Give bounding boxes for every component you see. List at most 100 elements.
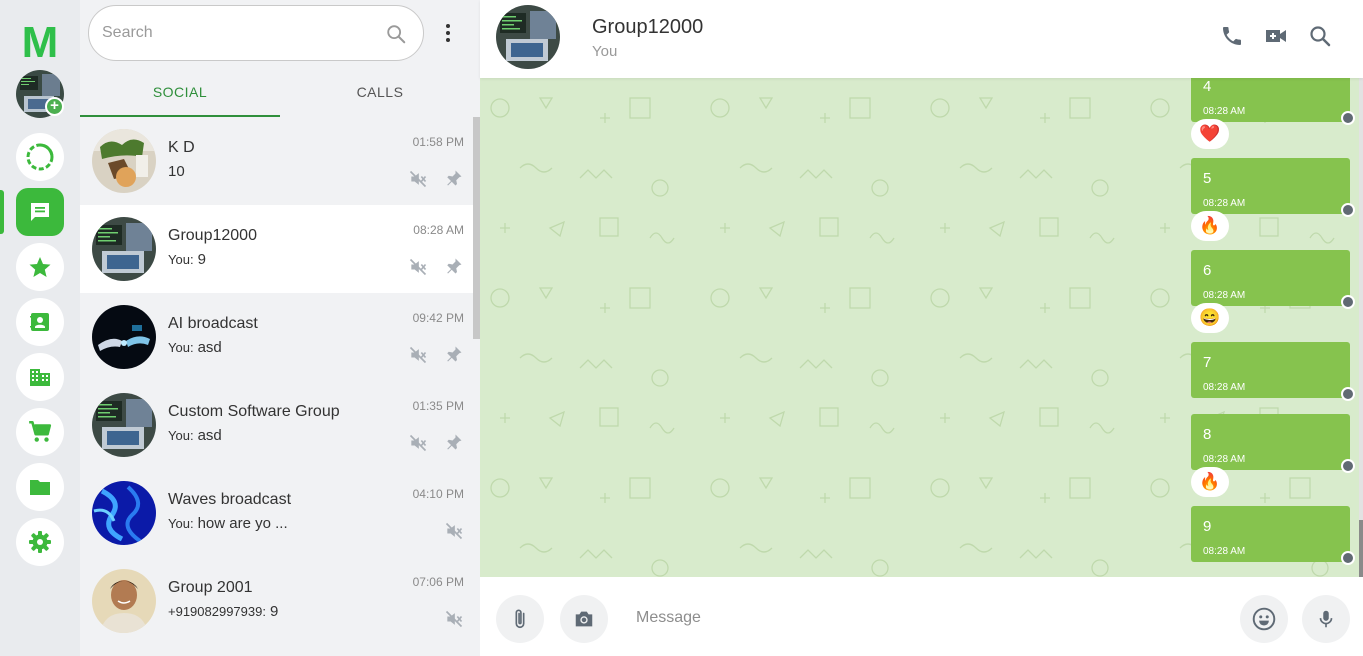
message-bubble[interactable]: 8 08:28 AM (1191, 414, 1350, 470)
message-text: 9 (1203, 518, 1212, 535)
add-status-icon[interactable]: + (45, 97, 64, 116)
search-icon[interactable] (385, 23, 407, 45)
camera-button[interactable] (560, 595, 608, 643)
message-scrollbar-track[interactable] (1359, 78, 1363, 577)
avatar (92, 217, 156, 281)
tab-social[interactable]: SOCIAL (80, 76, 280, 117)
message-bubble[interactable]: 6 08:28 AM (1191, 250, 1350, 306)
reaction-badge[interactable]: 🔥 (1191, 467, 1229, 497)
message-time: 08:28 AM (1203, 290, 1246, 301)
settings-button[interactable] (16, 518, 64, 566)
attach-button[interactable] (496, 595, 544, 643)
phone-icon[interactable] (1220, 24, 1244, 48)
message-snippet: 9 (197, 251, 206, 268)
chat-preview: You: how are yo ... (168, 515, 288, 532)
message-time: 08:28 AM (1203, 382, 1246, 393)
muted-icon (445, 522, 463, 540)
pin-icon[interactable] (445, 345, 463, 363)
message-snippet: how are yo ... (197, 515, 288, 532)
avatar (92, 481, 156, 545)
app-logo[interactable]: M (17, 22, 63, 60)
message-options-dot[interactable] (1341, 459, 1355, 473)
chat-list-scrollbar[interactable] (473, 117, 480, 339)
search-input[interactable] (102, 22, 362, 44)
message-bubble[interactable]: 4 08:28 AM (1191, 78, 1350, 122)
contact-card-icon (30, 313, 49, 331)
camera-icon (575, 611, 593, 627)
tab-calls[interactable]: CALLS (280, 76, 480, 117)
message-composer (480, 577, 1363, 656)
chats-button[interactable] (16, 188, 64, 236)
message-options-dot[interactable] (1341, 295, 1355, 309)
message-bubble[interactable]: 5 08:28 AM (1191, 158, 1350, 214)
gear-icon (29, 531, 51, 553)
search-bar (88, 5, 424, 61)
message-text: 5 (1203, 170, 1212, 187)
sender-label: You: (168, 428, 194, 443)
chat-item-group-2001[interactable]: Group 2001 +919082997939: 9 07:06 PM (80, 557, 473, 645)
status-button[interactable] (16, 133, 64, 181)
message-options-dot[interactable] (1341, 551, 1355, 565)
message-snippet: asd (197, 427, 222, 444)
reaction-badge[interactable]: ❤️ (1191, 119, 1229, 149)
reaction-badge[interactable]: 😄 (1191, 303, 1229, 333)
chat-bubble-icon (31, 203, 49, 221)
chat-item-kd[interactable]: K D 10 01:58 PM (80, 117, 473, 205)
files-button[interactable] (16, 463, 64, 511)
chat-list: K D 10 01:58 PM Group12000 You: 9 08:28 … (80, 117, 480, 656)
search-icon[interactable] (1308, 24, 1332, 48)
chat-time: 07:06 PM (412, 575, 464, 589)
message-bubble[interactable]: 9 08:28 AM (1191, 506, 1350, 562)
message-scrollbar-thumb[interactable] (1359, 520, 1363, 577)
pin-icon[interactable] (445, 433, 463, 451)
pin-icon[interactable] (445, 257, 463, 275)
svg-text:M: M (22, 22, 59, 60)
more-options-icon[interactable] (442, 24, 454, 46)
chat-item-ai-broadcast[interactable]: AI broadcast You: asd 09:42 PM (80, 293, 473, 381)
muted-icon (409, 434, 427, 452)
message-snippet: asd (197, 339, 222, 356)
folder-icon (30, 480, 50, 495)
muted-icon (409, 258, 427, 276)
shop-button[interactable] (16, 408, 64, 456)
nav-rail: M + (0, 0, 80, 656)
message-options-dot[interactable] (1341, 111, 1355, 125)
emoji-button[interactable] (1240, 595, 1288, 643)
message-input[interactable] (636, 607, 1216, 629)
sender-label: You: (168, 340, 194, 355)
avatar (92, 569, 156, 633)
video-call-icon[interactable] (1264, 24, 1288, 48)
message-options-dot[interactable] (1341, 387, 1355, 401)
message-text: 6 (1203, 262, 1212, 279)
muted-icon (409, 170, 427, 188)
avatar (92, 393, 156, 457)
chat-preview: 10 (168, 163, 185, 180)
avatar (92, 129, 156, 193)
business-button[interactable] (16, 353, 64, 401)
conversation-title[interactable]: Group12000 (592, 16, 703, 39)
conversation-subtitle: You (592, 43, 618, 60)
chat-time: 01:35 PM (412, 399, 464, 413)
starred-button[interactable] (16, 243, 64, 291)
emoji-icon (1252, 607, 1276, 631)
contacts-button[interactable] (16, 298, 64, 346)
message-area[interactable]: 4 08:28 AM ❤️ 5 08:28 AM 🔥 6 08:28 AM 😄 … (480, 78, 1363, 577)
chat-time: 01:58 PM (412, 135, 464, 149)
message-time: 08:28 AM (1203, 546, 1246, 557)
chat-item-group12000[interactable]: Group12000 You: 9 08:28 AM (80, 205, 473, 293)
message-options-dot[interactable] (1341, 203, 1355, 217)
chat-item-custom-software-group[interactable]: Custom Software Group You: asd 01:35 PM (80, 381, 473, 469)
pin-icon[interactable] (445, 169, 463, 187)
chat-name: K D (168, 139, 195, 156)
chat-item-waves-broadcast[interactable]: Waves broadcast You: how are yo ... 04:10… (80, 469, 473, 557)
chat-name: AI broadcast (168, 315, 258, 332)
message-time: 08:28 AM (1203, 198, 1246, 209)
conversation-avatar[interactable] (496, 5, 560, 69)
chat-preview: You: asd (168, 427, 222, 444)
sender-label: You: (168, 252, 194, 267)
reaction-badge[interactable]: 🔥 (1191, 211, 1229, 241)
message-time: 08:28 AM (1203, 106, 1246, 117)
voice-record-button[interactable] (1302, 595, 1350, 643)
message-bubble[interactable]: 7 08:28 AM (1191, 342, 1350, 398)
sender-label: +919082997939: (168, 604, 266, 619)
